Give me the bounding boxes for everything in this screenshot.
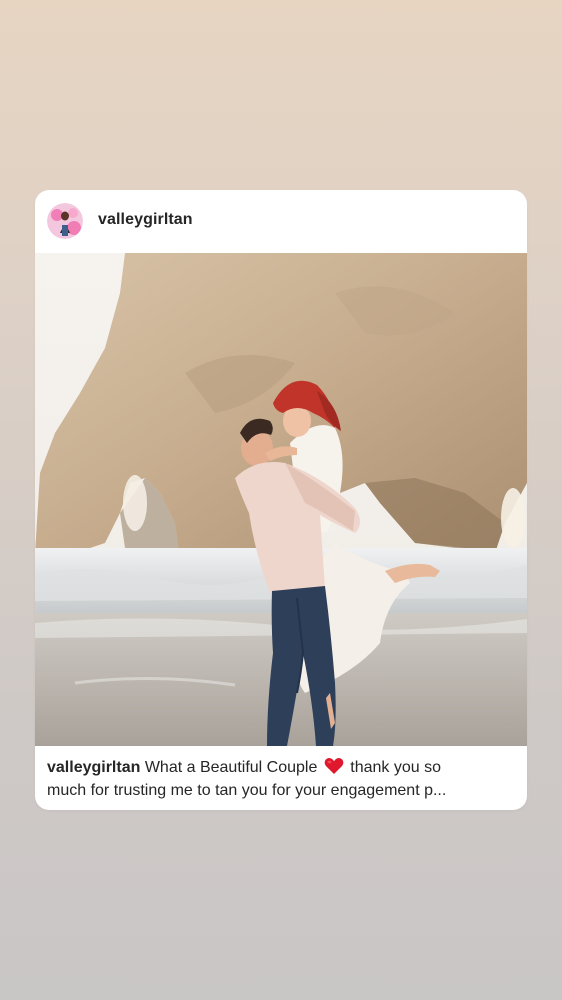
- caption-text-line2[interactable]: much for trusting me to tan you for your…: [47, 782, 446, 799]
- story-post-card[interactable]: valleygirltan valleygirltan What a Beaut…: [35, 190, 527, 810]
- couple-beach-photo: [35, 253, 527, 746]
- caption-text-start: What a Beautiful Couple: [144, 759, 318, 776]
- post-header: valleygirltan: [35, 190, 527, 253]
- caption-username[interactable]: valleygirltan: [47, 759, 140, 776]
- post-caption: valleygirltan What a Beautiful Couple th…: [47, 757, 515, 801]
- post-username[interactable]: valleygirltan: [98, 211, 193, 229]
- red-heart-icon: [324, 757, 344, 781]
- profile-avatar-icon[interactable]: [47, 203, 83, 239]
- caption-text-line1-end: thank you so: [350, 759, 442, 776]
